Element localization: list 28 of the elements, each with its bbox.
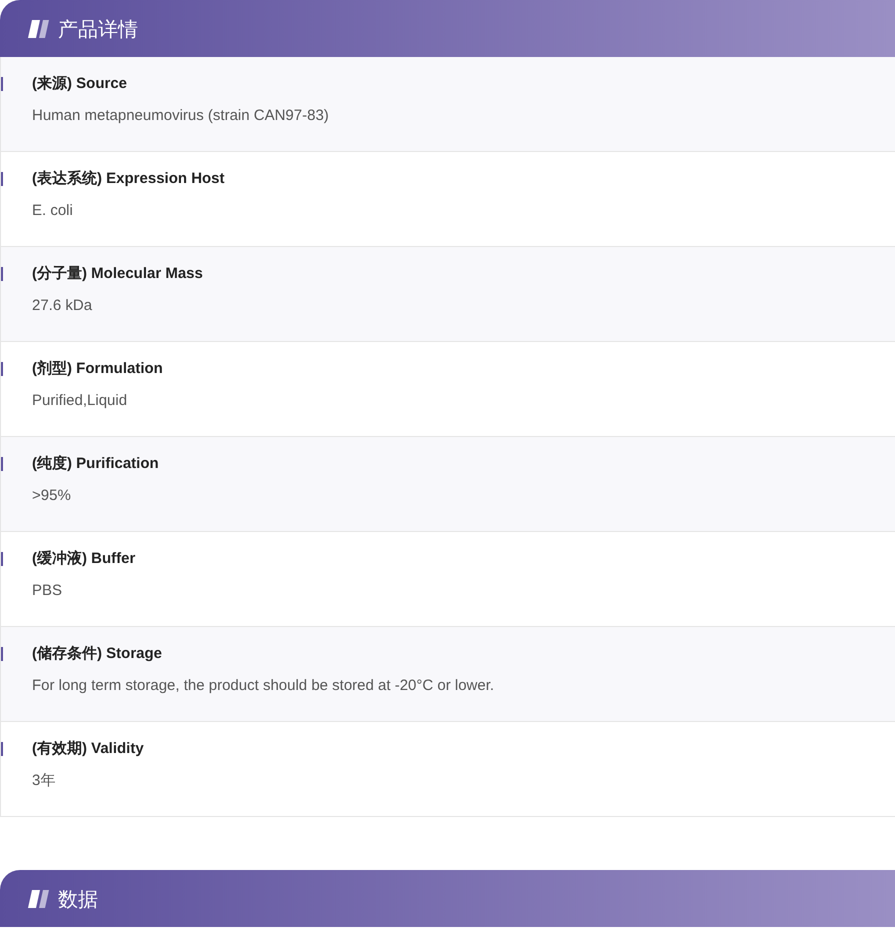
accent-bar [1, 647, 3, 661]
accent-bar [1, 362, 3, 376]
field-value: Human metapneumovirus (strain CAN97-83) [32, 106, 329, 126]
accent-bar [1, 77, 3, 91]
field-label: (储存条件) Storage [32, 644, 162, 664]
field-value: PBS [32, 581, 62, 601]
field-value: E. coli [32, 201, 73, 221]
field-value: 27.6 kDa [32, 296, 92, 316]
accent-bar [1, 457, 3, 471]
slash-icon [28, 20, 50, 38]
field-label: (剂型) Formulation [32, 359, 163, 379]
accent-bar [1, 172, 3, 186]
accent-bar [1, 742, 3, 756]
field-value: Purified,Liquid [32, 391, 128, 411]
field-label: (有效期) Validity [32, 739, 144, 759]
field-label: (分子量) Molecular Mass [32, 264, 203, 284]
field-label: (纯度) Purification [32, 454, 159, 474]
field-label: (缓冲液) Buffer [32, 549, 136, 569]
field-value: 3年 [32, 771, 56, 791]
section-title: 数据 [58, 886, 98, 912]
field-label: (来源) Source [32, 74, 128, 94]
section-title: 产品详情 [58, 16, 138, 42]
field-value: >95% [32, 486, 71, 506]
field-value: For long term storage, the product should be stored at -20°C or lower. [32, 676, 494, 696]
accent-bar [1, 552, 3, 566]
slash-icon [28, 890, 50, 908]
accent-bar [1, 267, 3, 281]
field-label: (表达系统) Expression Host [32, 169, 225, 189]
